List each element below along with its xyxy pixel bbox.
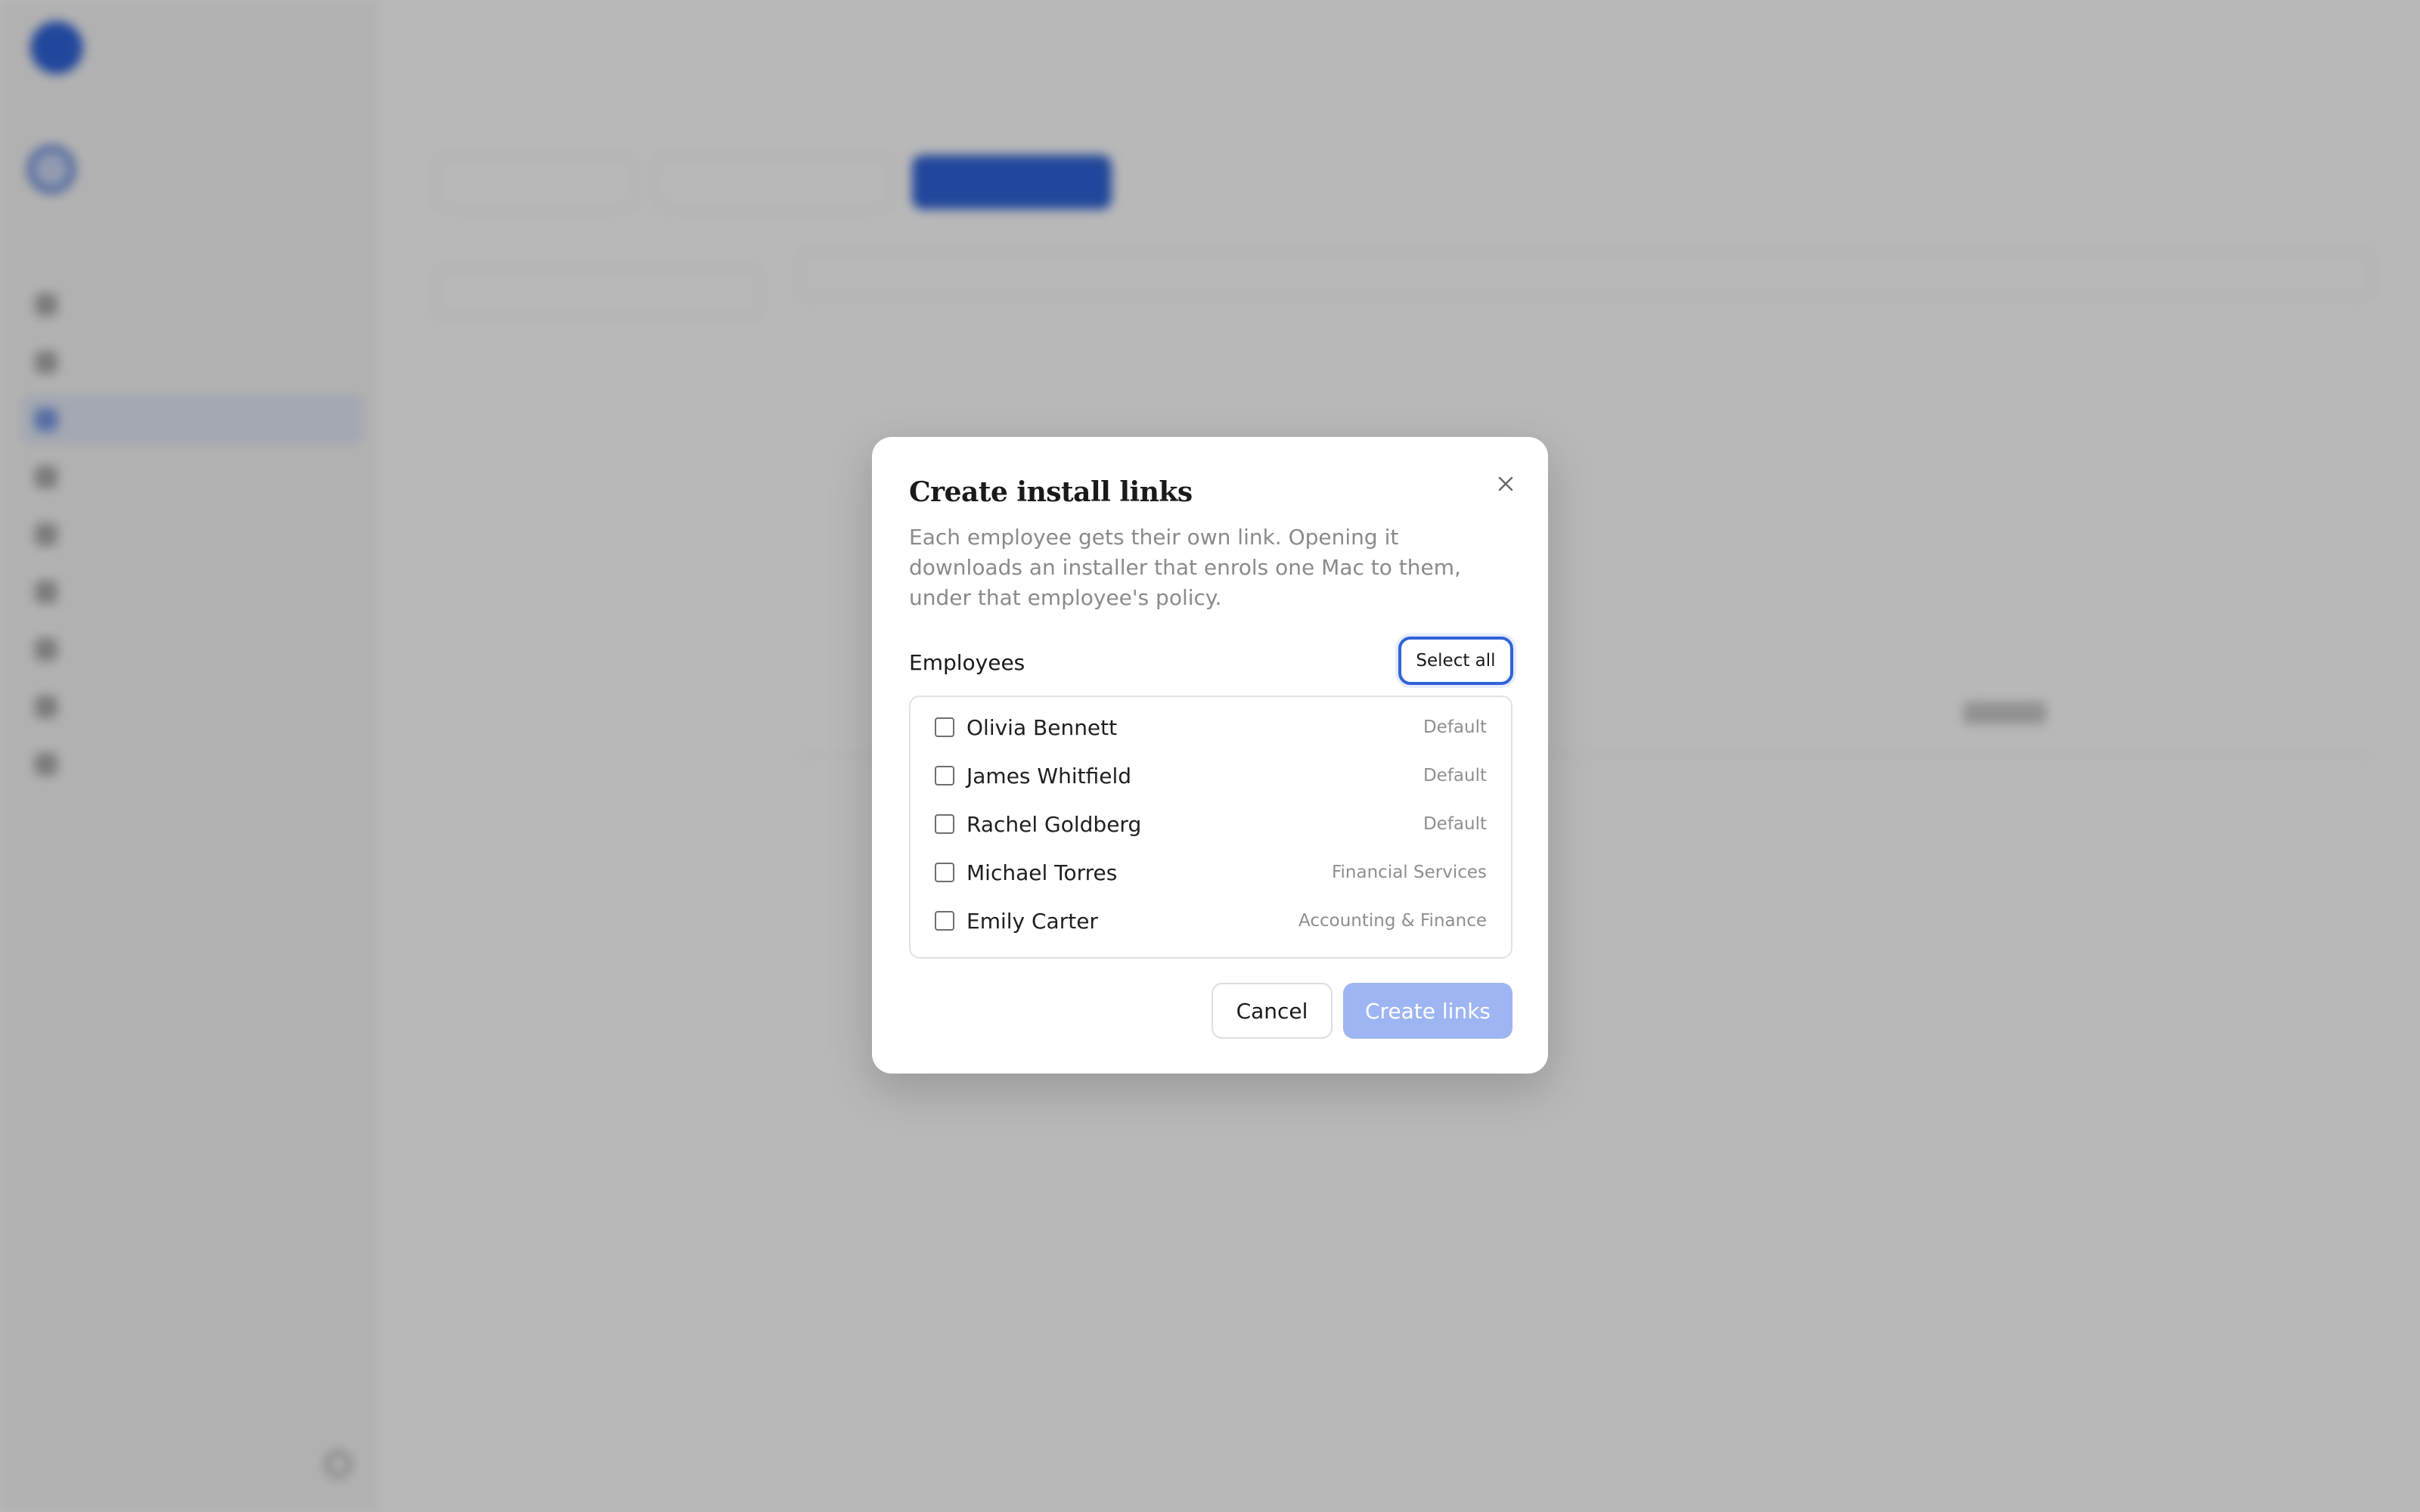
dialog-title: Create install links xyxy=(909,476,1193,508)
employee-row[interactable]: James Whitfield Default xyxy=(911,751,1511,800)
select-all-button[interactable]: Select all xyxy=(1398,637,1513,685)
employee-row[interactable]: Olivia Bennett Default xyxy=(911,703,1511,751)
create-install-links-dialog: Create install links Each employee gets … xyxy=(872,437,1548,1074)
employees-label: Employees xyxy=(909,650,1025,675)
employee-row[interactable]: Emily Carter Accounting & Finance xyxy=(911,897,1511,945)
employee-policy: Financial Services xyxy=(1331,863,1487,882)
employee-row[interactable]: Rachel Goldberg Default xyxy=(911,800,1511,848)
employee-name: James Whitfield xyxy=(966,763,1132,789)
employee-name: Emily Carter xyxy=(966,908,1098,934)
employee-name: Michael Torres xyxy=(966,860,1118,885)
employee-checkbox[interactable] xyxy=(935,911,954,931)
close-button[interactable] xyxy=(1489,467,1522,500)
close-icon xyxy=(1498,476,1513,491)
employee-checkbox[interactable] xyxy=(935,814,954,834)
dialog-description: Each employee gets their own link. Openi… xyxy=(909,525,1461,610)
employee-policy: Default xyxy=(1423,766,1487,785)
employee-checkbox[interactable] xyxy=(935,766,954,785)
employee-checkbox[interactable] xyxy=(935,863,954,882)
cancel-button[interactable]: Cancel xyxy=(1212,983,1333,1039)
create-links-button[interactable]: Create links xyxy=(1343,983,1512,1039)
employee-row[interactable]: Michael Torres Financial Services xyxy=(911,848,1511,897)
employee-list: Olivia Bennett Default James Whitfield D… xyxy=(909,696,1512,959)
employee-policy: Default xyxy=(1423,717,1487,737)
employee-name: Rachel Goldberg xyxy=(966,811,1142,837)
employee-policy: Accounting & Finance xyxy=(1298,911,1487,931)
employee-name: Olivia Bennett xyxy=(966,714,1118,740)
employee-checkbox[interactable] xyxy=(935,717,954,737)
employee-policy: Default xyxy=(1423,814,1487,834)
